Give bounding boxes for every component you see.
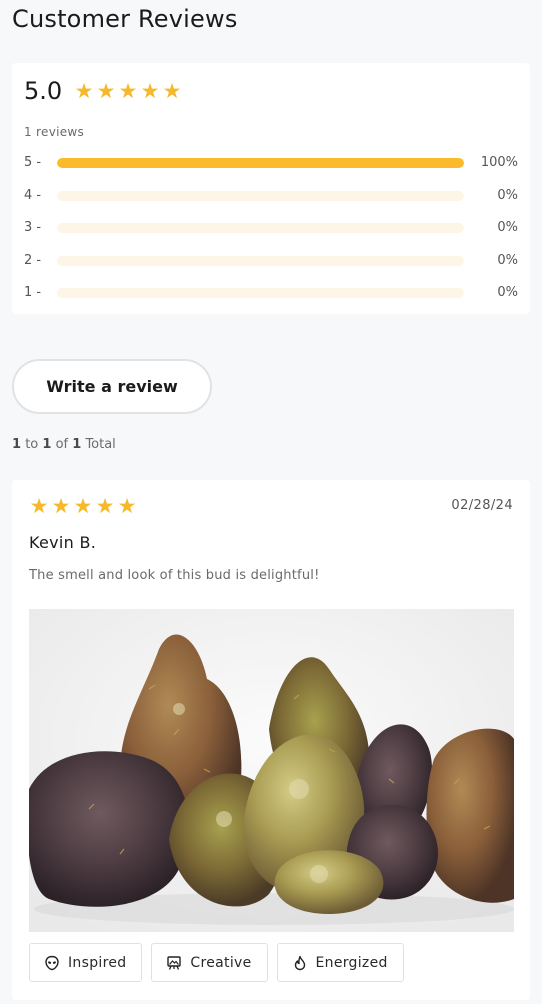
rating-row-2[interactable]: 2 - 0% [24,253,518,269]
average-rating: 5.0 [24,77,63,105]
review-card: ★ ★ ★ ★ ★ 02/28/24 Kevin B. The smell an… [12,480,530,1000]
review-rating-stars: ★ ★ ★ ★ ★ [29,494,137,518]
pagination-to-word: to [25,437,39,452]
tag-label: Creative [190,954,252,971]
rating-row-3[interactable]: 3 - 0% [24,220,518,236]
rating-row-percent: 0% [497,188,518,203]
rating-row-percent: 0% [497,253,518,268]
tag-energized[interactable]: Energized [276,943,404,982]
rating-bar-track [57,191,464,201]
star-icon: ★ [73,494,93,518]
review-photo[interactable] [29,609,514,932]
rating-row-label: 1 - [24,285,42,300]
star-icon: ★ [118,79,138,103]
star-icon: ★ [74,79,94,103]
rating-row-label: 3 - [24,220,42,235]
pagination-from: 1 [12,437,22,452]
pagination-of-word: of [55,437,69,452]
star-icon: ★ [96,79,116,103]
rating-row-label: 2 - [24,253,42,268]
pagination-total: 1 [72,437,82,452]
review-tags: Inspired Creative Energized [29,943,404,982]
rating-bar-track [57,158,464,168]
rating-row-label: 4 - [24,188,42,203]
star-icon: ★ [51,494,71,518]
tag-label: Energized [315,954,388,971]
pagination-total-word: Total [85,437,116,452]
review-text: The smell and look of this bud is deligh… [29,568,320,583]
rating-bar-track [57,288,464,298]
star-icon: ★ [117,494,137,518]
rating-summary-card: 5.0 ★ ★ ★ ★ ★ 1 reviews 5 - 100% 4 - 0% … [12,63,530,314]
star-icon: ★ [140,79,160,103]
rating-bar-track [57,223,464,233]
tag-label: Inspired [68,954,127,971]
star-icon: ★ [29,494,49,518]
pagination-to: 1 [42,437,52,452]
tag-creative[interactable]: Creative [151,943,268,982]
average-rating-stars: ★ ★ ★ ★ ★ [74,79,182,103]
tag-inspired[interactable]: Inspired [29,943,143,982]
star-icon: ★ [95,494,115,518]
rating-row-5[interactable]: 5 - 100% [24,155,518,171]
write-review-button[interactable]: Write a review [12,359,212,414]
rating-row-4[interactable]: 4 - 0% [24,188,518,204]
star-icon: ★ [162,79,182,103]
rating-row-1[interactable]: 1 - 0% [24,285,518,301]
rating-row-percent: 0% [497,220,518,235]
rating-row-label: 5 - [24,155,42,170]
review-date: 02/28/24 [451,498,513,513]
rating-bar-fill [57,158,464,168]
pagination-summary: 1 to 1 of 1 Total [12,437,116,452]
review-count: 1 reviews [24,125,85,139]
rating-row-percent: 100% [480,155,518,170]
rating-bar-track [57,256,464,266]
rating-row-percent: 0% [497,285,518,300]
flame-icon [294,955,305,970]
painting-icon [167,955,182,970]
review-author: Kevin B. [29,533,97,552]
page-title: Customer Reviews [12,5,238,33]
alien-face-icon [45,955,59,970]
